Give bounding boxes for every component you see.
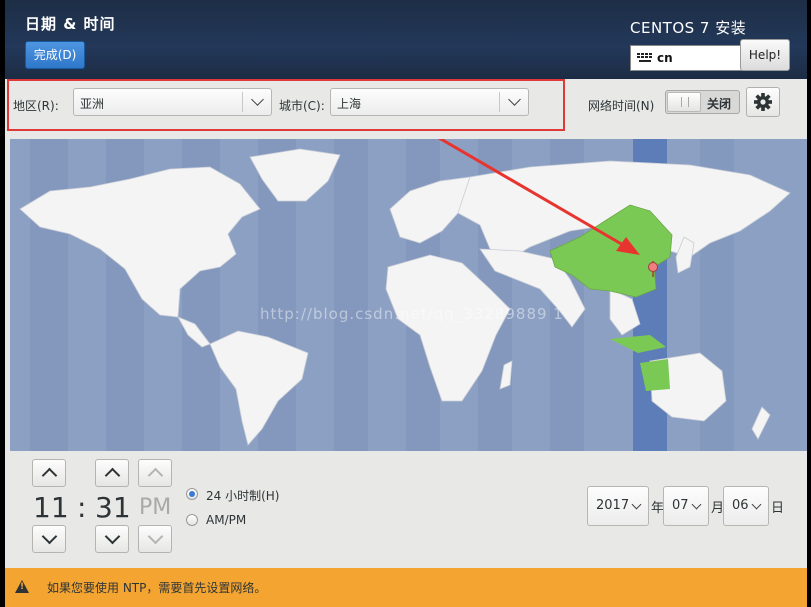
timezone-map[interactable]: http://blog.csdn.net/qq_33289889 1	[10, 139, 807, 451]
chevron-down-icon	[251, 93, 264, 106]
year-combo[interactable]: 2017	[587, 486, 649, 526]
city-combo[interactable]: 上海	[330, 88, 529, 116]
header-bar: 日期 & 时间 完成(D) CENTOS 7 安装 cn Help!	[5, 0, 807, 79]
format-ampm-label: AM/PM	[206, 513, 247, 527]
city-label: 城市(C):	[279, 99, 325, 113]
chevron-down-icon	[631, 499, 642, 510]
month-value: 07	[672, 498, 689, 513]
switch-knob[interactable]	[667, 92, 701, 112]
format-ampm-radio[interactable]	[186, 514, 198, 526]
warning-text: 如果您要使用 NTP，需要首先设置网络。	[47, 581, 267, 595]
page-title: 日期 & 时间	[25, 15, 116, 33]
day-value: 06	[732, 498, 749, 513]
ntp-config-button[interactable]	[746, 87, 780, 117]
watermark-text: http://blog.csdn.net/qq_33289889 1	[260, 305, 564, 323]
minutes-display: 31	[95, 491, 131, 524]
chevron-up-icon	[104, 467, 121, 484]
time-separator: :	[77, 491, 87, 524]
timezone-toolbar: 地区(R): 亚洲 城市(C): 上海 网络时间(N) 关闭	[5, 79, 807, 139]
chevron-up-icon	[147, 467, 164, 484]
warning-bar: 如果您要使用 NTP，需要首先设置网络。	[5, 568, 807, 607]
region-value: 亚洲	[80, 97, 105, 111]
chevron-down-icon	[41, 528, 58, 545]
world-map-svg	[19, 139, 791, 451]
network-time-state: 关闭	[707, 97, 732, 111]
chevron-up-icon	[41, 467, 58, 484]
city-value: 上海	[337, 97, 362, 111]
chevron-down-icon	[104, 528, 121, 545]
keyboard-icon	[637, 53, 653, 63]
format-24h-label: 24 小时制(H)	[206, 489, 280, 503]
format-24h-radio[interactable]	[186, 488, 198, 500]
combo-separator	[242, 92, 243, 112]
ampm-down-button[interactable]	[138, 525, 172, 553]
done-button[interactable]: 完成(D)	[25, 41, 85, 69]
keyboard-layout-code: cn	[657, 51, 673, 65]
ampm-display: PM	[139, 495, 172, 520]
chevron-down-icon	[508, 93, 521, 106]
help-button[interactable]: Help!	[740, 39, 790, 71]
network-time-switch[interactable]: 关闭	[665, 90, 740, 114]
minute-down-button[interactable]	[95, 525, 129, 553]
hour-down-button[interactable]	[32, 525, 66, 553]
chevron-down-icon	[691, 499, 702, 510]
date-time-spoke: 日期 & 时间 完成(D) CENTOS 7 安装 cn Help! 地区(R)…	[5, 0, 807, 607]
minute-up-button[interactable]	[95, 459, 129, 487]
chevron-down-icon	[751, 499, 762, 510]
region-combo[interactable]: 亚洲	[73, 88, 272, 116]
gear-icon	[754, 93, 772, 111]
day-combo[interactable]: 06	[723, 486, 769, 526]
warning-icon	[15, 580, 29, 593]
hour-up-button[interactable]	[32, 459, 66, 487]
ampm-up-button[interactable]	[138, 459, 172, 487]
combo-separator	[499, 92, 500, 112]
day-unit: 日	[771, 501, 785, 516]
keyboard-layout-indicator[interactable]: cn	[630, 45, 742, 71]
region-label: 地区(R):	[13, 99, 59, 113]
product-title: CENTOS 7 安装	[630, 19, 747, 37]
hours-display: 11	[33, 491, 69, 524]
month-combo[interactable]: 07	[663, 486, 709, 526]
year-value: 2017	[596, 498, 630, 513]
network-time-label: 网络时间(N)	[588, 99, 655, 113]
chevron-down-icon	[147, 528, 164, 545]
